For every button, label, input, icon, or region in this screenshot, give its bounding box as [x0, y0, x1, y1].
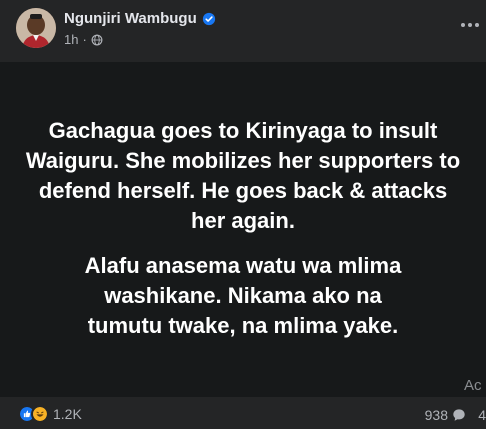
post-footer: 1.2K 938 4: [0, 397, 486, 429]
watermark-line-1: Ac: [464, 377, 482, 394]
reactions-summary[interactable]: 1.2K: [18, 405, 82, 423]
laugh-icon: [31, 405, 49, 423]
post-paragraph-2: Alafu anasema watu wa mlima washikane. N…: [84, 253, 402, 338]
reaction-count[interactable]: 1.2K: [53, 406, 82, 422]
more-options-icon[interactable]: [460, 12, 480, 33]
avatar-image: [16, 8, 56, 48]
share-count[interactable]: 4: [478, 407, 486, 423]
author-name-row[interactable]: Ngunjiri Wambugu: [64, 10, 216, 27]
avatar[interactable]: [16, 8, 56, 48]
post-meta: 1h ·: [64, 32, 103, 47]
comment-icon: [453, 409, 465, 421]
globe-icon[interactable]: [91, 34, 103, 46]
post-paragraph-1: Gachagua goes to Kirinyaga to insult Wai…: [25, 118, 461, 233]
post-header: Ngunjiri Wambugu 1h ·: [0, 0, 486, 62]
post-time[interactable]: 1h: [64, 32, 78, 47]
comment-count[interactable]: 938: [425, 407, 448, 423]
comments-summary[interactable]: 938: [425, 407, 466, 423]
meta-separator: ·: [82, 32, 87, 47]
verified-badge-icon: [202, 12, 215, 25]
post-body: Gachagua goes to Kirinyaga to insult Wai…: [0, 116, 486, 341]
author-name[interactable]: Ngunjiri Wambugu: [64, 10, 197, 27]
